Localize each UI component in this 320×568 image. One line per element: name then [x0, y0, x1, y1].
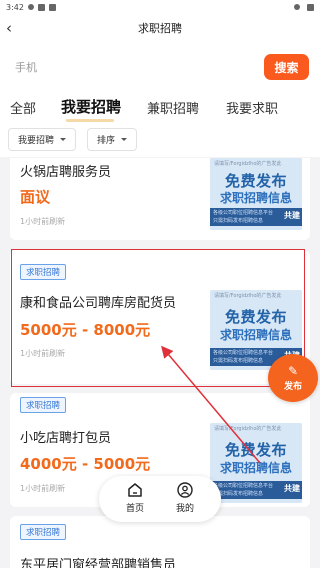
ad-top-text: 请填写/Forgidzlho的广告发此 [214, 161, 282, 167]
home-icon [128, 483, 142, 497]
category-tag: 求职招聘 [20, 397, 67, 413]
back-chevron-icon[interactable]: ‹ [6, 18, 24, 38]
pencil-icon: ✎ [287, 363, 299, 378]
job-title: 小吃店聘打包员 [20, 431, 112, 446]
ad-strip: 各级公司职位招聘信息平台 只需扫码发布招聘信息 共建 [210, 208, 302, 226]
filter-bar: 我要招聘 排序 [0, 124, 320, 157]
ad-banner-image: 请填写/Forgidzlho的广告发此 免费发布 求职招聘信息 各级公司职位招聘… [210, 423, 302, 503]
ad-subheadline: 求职招聘信息 [219, 461, 292, 475]
status-bar: 3:42 [0, 0, 320, 14]
ad-strip-text: 各级公司职位招聘信息平台 [213, 210, 274, 216]
job-title: 火锅店聘服务员 [20, 165, 112, 180]
job-card[interactable]: 火锅店聘服务员 面议 1小时前刷新 请填写/Forgidzlho的广告发此 免费… [10, 158, 310, 240]
publish-label: 发布 [283, 381, 302, 392]
search-bar: 搜索 [0, 42, 320, 92]
ad-strip-text: 各级公司职位招聘信息平台 [213, 483, 274, 489]
job-salary: 面议 [20, 188, 51, 206]
publish-button[interactable]: ✎ 发布 [268, 354, 318, 402]
category-tabs: 全部 我要招聘 兼职招聘 我要求职 [0, 92, 320, 124]
notification-icon [27, 4, 34, 10]
category-tag: 求职招聘 [20, 524, 67, 540]
nav-home-label: 首页 [125, 504, 144, 514]
refresh-time: 1小时前刷新 [20, 217, 66, 226]
app-icon [48, 3, 56, 11]
search-button[interactable]: 搜索 [264, 54, 309, 80]
tab-job-seeking[interactable]: 我要求职 [226, 98, 278, 117]
search-input[interactable] [8, 51, 260, 83]
ad-strip: 各级公司职位招聘信息平台 只需扫码发布招聘信息 共建 [210, 481, 302, 499]
caret-down-icon [121, 138, 128, 141]
filter-type-dropdown[interactable]: 我要招聘 [8, 128, 77, 151]
nav-home[interactable]: 首页 [113, 482, 157, 514]
ad-share-text: 共建 [284, 211, 300, 220]
ad-strip-text: 只需扫码发布招聘信息 [213, 218, 264, 224]
status-time: 3:42 [6, 2, 24, 12]
job-salary: 4000元 - 5000元 [20, 455, 151, 473]
navigation-bar: ‹ 求职招聘 [0, 14, 320, 42]
refresh-time: 1小时前刷新 [20, 484, 66, 493]
ad-subheadline: 求职招聘信息 [219, 191, 292, 205]
tab-part-time[interactable]: 兼职招聘 [147, 98, 199, 117]
sort-label: 排序 [97, 136, 116, 146]
highlight-box [11, 249, 305, 387]
active-tab-indicator [66, 119, 114, 122]
wifi-icon [294, 4, 300, 10]
ad-share-text: 共建 [284, 484, 300, 493]
job-title: 东平居门窗经营部聘销售员 [20, 558, 177, 568]
caret-down-icon [60, 138, 67, 141]
nav-profile-label: 我的 [175, 504, 194, 514]
ad-banner-image: 请填写/Forgidzlho的广告发此 免费发布 求职招聘信息 各级公司职位招聘… [210, 158, 302, 230]
tab-recruit[interactable]: 我要招聘 [61, 96, 121, 117]
tab-all[interactable]: 全部 [10, 98, 36, 117]
ad-headline: 免费发布 [224, 172, 287, 190]
job-card[interactable]: 求职招聘 东平居门窗经营部聘销售员 [10, 516, 310, 568]
gallery-icon [37, 3, 45, 11]
profile-icon [177, 482, 193, 498]
ad-top-text: 请填写/Forgidzlho的广告发此 [214, 426, 282, 432]
bottom-navigation: 首页 我的 [99, 476, 221, 522]
nav-profile[interactable]: 我的 [163, 482, 207, 514]
page-title: 求职招聘 [138, 22, 182, 35]
battery-icon [307, 3, 314, 11]
filter-type-label: 我要招聘 [18, 136, 55, 146]
ad-headline: 免费发布 [224, 441, 287, 459]
sort-dropdown[interactable]: 排序 [87, 128, 138, 151]
